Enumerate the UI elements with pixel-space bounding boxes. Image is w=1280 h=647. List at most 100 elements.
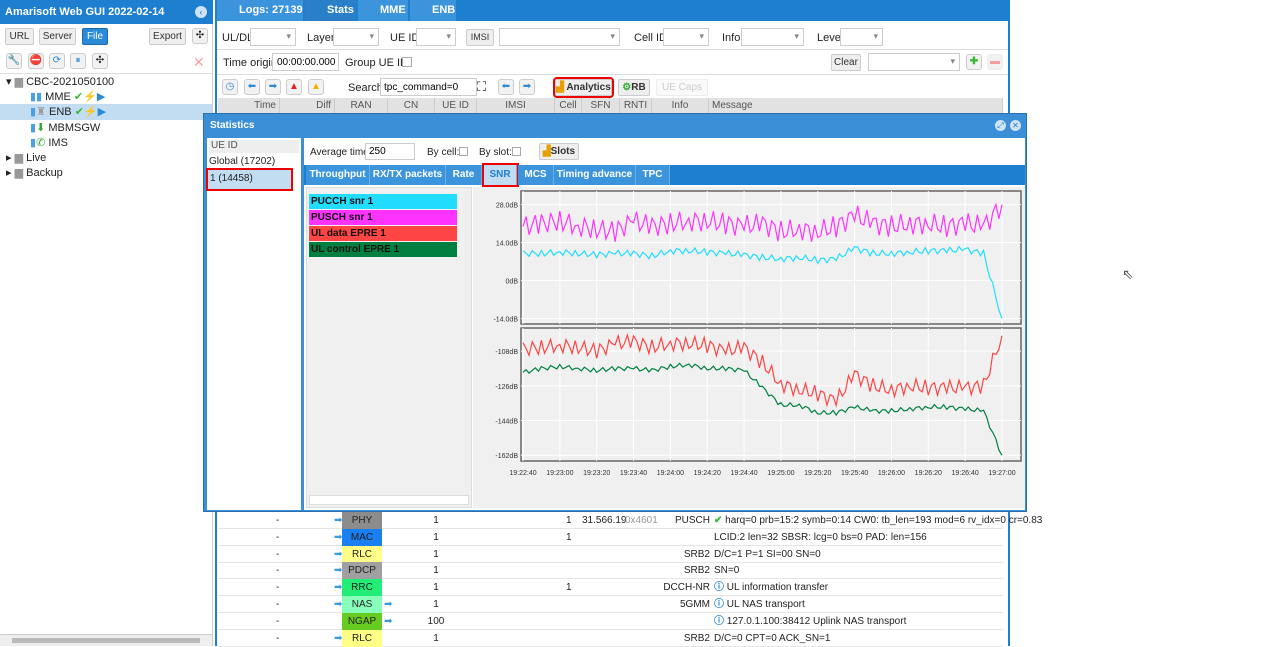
delete-icon[interactable]: ✕: [193, 54, 205, 71]
export-button[interactable]: Export: [149, 28, 186, 45]
tree-item-cbc[interactable]: ▾ ▆ CBC-2021050100: [0, 74, 212, 90]
tab-rate[interactable]: Rate: [446, 165, 482, 185]
wrench-icon[interactable]: 🔧: [6, 53, 22, 69]
tab-throughput[interactable]: Throughput: [306, 165, 370, 185]
tree-item-live[interactable]: ▸ ▆ Live: [0, 150, 212, 166]
search-input[interactable]: [380, 78, 477, 96]
legend-ul-data-epre[interactable]: UL data EPRE 1: [309, 226, 457, 241]
log-row[interactable]: - ➡ RLC 1 SRB2 D/C=0 CPT=0 ACK_SN=1: [218, 629, 1003, 647]
cellid-select[interactable]: [663, 28, 709, 46]
log-info: SRB2: [683, 548, 710, 560]
tab-snr[interactable]: SNR: [482, 163, 519, 187]
tree-item-ims[interactable]: ▮✆ IMS: [0, 135, 212, 151]
close-icon[interactable]: ✕: [1010, 120, 1021, 131]
by-cell-checkbox[interactable]: [459, 147, 468, 156]
search-label: Search: [348, 82, 383, 94]
tree-item-backup[interactable]: ▸ ▆ Backup: [0, 165, 212, 181]
x-tick-label: 19:25:40: [841, 470, 868, 477]
group-ue-checkbox[interactable]: [402, 57, 412, 67]
imsi-select[interactable]: [499, 28, 620, 46]
restore-icon[interactable]: ⤢: [995, 120, 1006, 131]
tab-stats[interactable]: Stats: [305, 0, 356, 21]
tree-item-enb[interactable]: ▮♜ ENB ✔⚡▶: [0, 104, 212, 120]
layer-select[interactable]: [333, 28, 379, 46]
horizontal-scrollbar[interactable]: [0, 634, 212, 646]
clock-icon[interactable]: ◷: [222, 79, 238, 95]
uldl-select[interactable]: [250, 28, 296, 46]
log-row[interactable]: - ➡ RRC 1 1 DCCH-NR ⓘ UL information tra…: [218, 579, 1003, 597]
col-cell[interactable]: Cell: [555, 98, 582, 113]
slots-button[interactable]: ▟Slots: [539, 143, 579, 160]
search-prev-icon[interactable]: ⬅: [498, 79, 514, 95]
tab-mme[interactable]: MME: [358, 0, 408, 21]
tab-rxtx-packets[interactable]: RX/TX packets: [370, 165, 446, 185]
stop-icon[interactable]: ⛔: [28, 53, 44, 69]
x-tick-label: 19:26:00: [878, 470, 905, 477]
col-time[interactable]: Time: [218, 98, 280, 113]
arrow-right-icon[interactable]: ➡: [265, 79, 281, 95]
legend-ul-control-epre[interactable]: UL control EPRE 1: [309, 242, 457, 257]
analytics-button[interactable]: ▟ Analytics: [553, 77, 614, 98]
legend-panel: PUCCH snr 1 PUSCH snr 1 UL data EPRE 1 U…: [306, 187, 472, 508]
ue-item-global[interactable]: Global (17202): [209, 156, 275, 167]
tree-item-mbmsgw[interactable]: ▮⬇ MBMSGW: [0, 120, 212, 136]
settings-icon[interactable]: ✣: [192, 28, 208, 44]
tree-label: CBC-2021050100: [26, 76, 115, 88]
col-sfn[interactable]: SFN: [582, 98, 620, 113]
error-icon[interactable]: ▲: [286, 79, 302, 95]
binoculars-icon[interactable]: ⛶: [477, 79, 486, 95]
time-origin-input[interactable]: [272, 53, 339, 71]
tab-timing-advance[interactable]: Timing advance: [554, 165, 636, 185]
log-row[interactable]: - ➡ PHY 1 1 31.566.19 0x4601 PUSCH ✔ har…: [218, 512, 1042, 529]
legend-scrollbar[interactable]: [309, 495, 469, 505]
filter-preset-select[interactable]: [868, 53, 960, 71]
connect-icon[interactable]: ✣: [92, 53, 108, 69]
ue-caps-button[interactable]: UE Caps: [656, 79, 708, 96]
arrow-left-icon[interactable]: ⬅: [244, 79, 260, 95]
avg-time-input[interactable]: [365, 143, 415, 160]
col-info[interactable]: Info: [652, 98, 709, 113]
col-ran[interactable]: RAN: [335, 98, 388, 113]
log-row[interactable]: - ➡ PDCP 1 SRB2 SN=0: [218, 562, 1003, 580]
col-imsi[interactable]: IMSI: [477, 98, 555, 113]
legend-pucch-snr[interactable]: PUCCH snr 1: [309, 194, 457, 209]
search-next-icon[interactable]: ➡: [519, 79, 535, 95]
log-row[interactable]: - NGAP ➡ 100 ⓘ 127.0.1.100:38412 Uplink …: [218, 612, 1003, 630]
ue-list: UE ID Global (17202) 1 (14458): [206, 138, 301, 510]
tab-logs[interactable]: Logs: 27139: [217, 0, 303, 21]
file-button[interactable]: File: [82, 28, 108, 45]
log-row[interactable]: - ➡ RLC 1 SRB2 D/C=1 P=1 SI=00 SN=0: [218, 545, 1003, 563]
col-rnti[interactable]: RNTI: [620, 98, 652, 113]
imsi-button[interactable]: IMSI: [466, 29, 494, 46]
tab-tpc[interactable]: TPC: [636, 165, 670, 185]
col-cn[interactable]: CN: [388, 98, 435, 113]
col-message[interactable]: Message: [709, 98, 1003, 113]
col-diff[interactable]: Diff: [280, 98, 335, 113]
url-button[interactable]: URL: [5, 28, 34, 45]
tab-mcs[interactable]: MCS: [518, 165, 554, 185]
log-row[interactable]: - ➡ MAC 1 1 LCID:2 len=32 SBSR: lcg=0 bs…: [218, 528, 1003, 546]
info-select[interactable]: [741, 28, 804, 46]
log-row[interactable]: - ➡ NAS ➡ 1 5GMM ⓘ UL NAS transport: [218, 596, 1003, 613]
play-icon[interactable]: ▶: [97, 91, 105, 103]
tree-item-mme[interactable]: ▮▮ MME ✔⚡▶: [0, 89, 212, 105]
x-tick-label: 19:22:40: [509, 470, 536, 477]
warning-icon[interactable]: ▲: [308, 79, 324, 95]
clear-button[interactable]: Clear: [831, 54, 861, 71]
by-slot-checkbox[interactable]: [512, 147, 521, 156]
ueid-select[interactable]: [416, 28, 456, 46]
legend-pusch-snr[interactable]: PUSCH snr 1: [309, 210, 457, 225]
add-icon[interactable]: ✚: [966, 54, 982, 70]
tab-enb[interactable]: ENB: [410, 0, 456, 21]
rb-button[interactable]: ⚙RB: [618, 79, 650, 96]
play-icon[interactable]: ▶: [98, 106, 106, 118]
server-button[interactable]: Server: [39, 28, 76, 45]
col-ueid[interactable]: UE ID: [435, 98, 477, 113]
level-select[interactable]: [840, 28, 883, 46]
remove-icon[interactable]: ▬: [987, 54, 1003, 70]
pause-icon[interactable]: ⏸: [70, 53, 86, 69]
ue-item-1[interactable]: 1 (14458): [206, 168, 293, 191]
collapse-icon[interactable]: ‹: [195, 6, 207, 18]
refresh-icon[interactable]: ⟳: [49, 53, 65, 69]
avg-time-label: Average time:: [310, 147, 372, 158]
